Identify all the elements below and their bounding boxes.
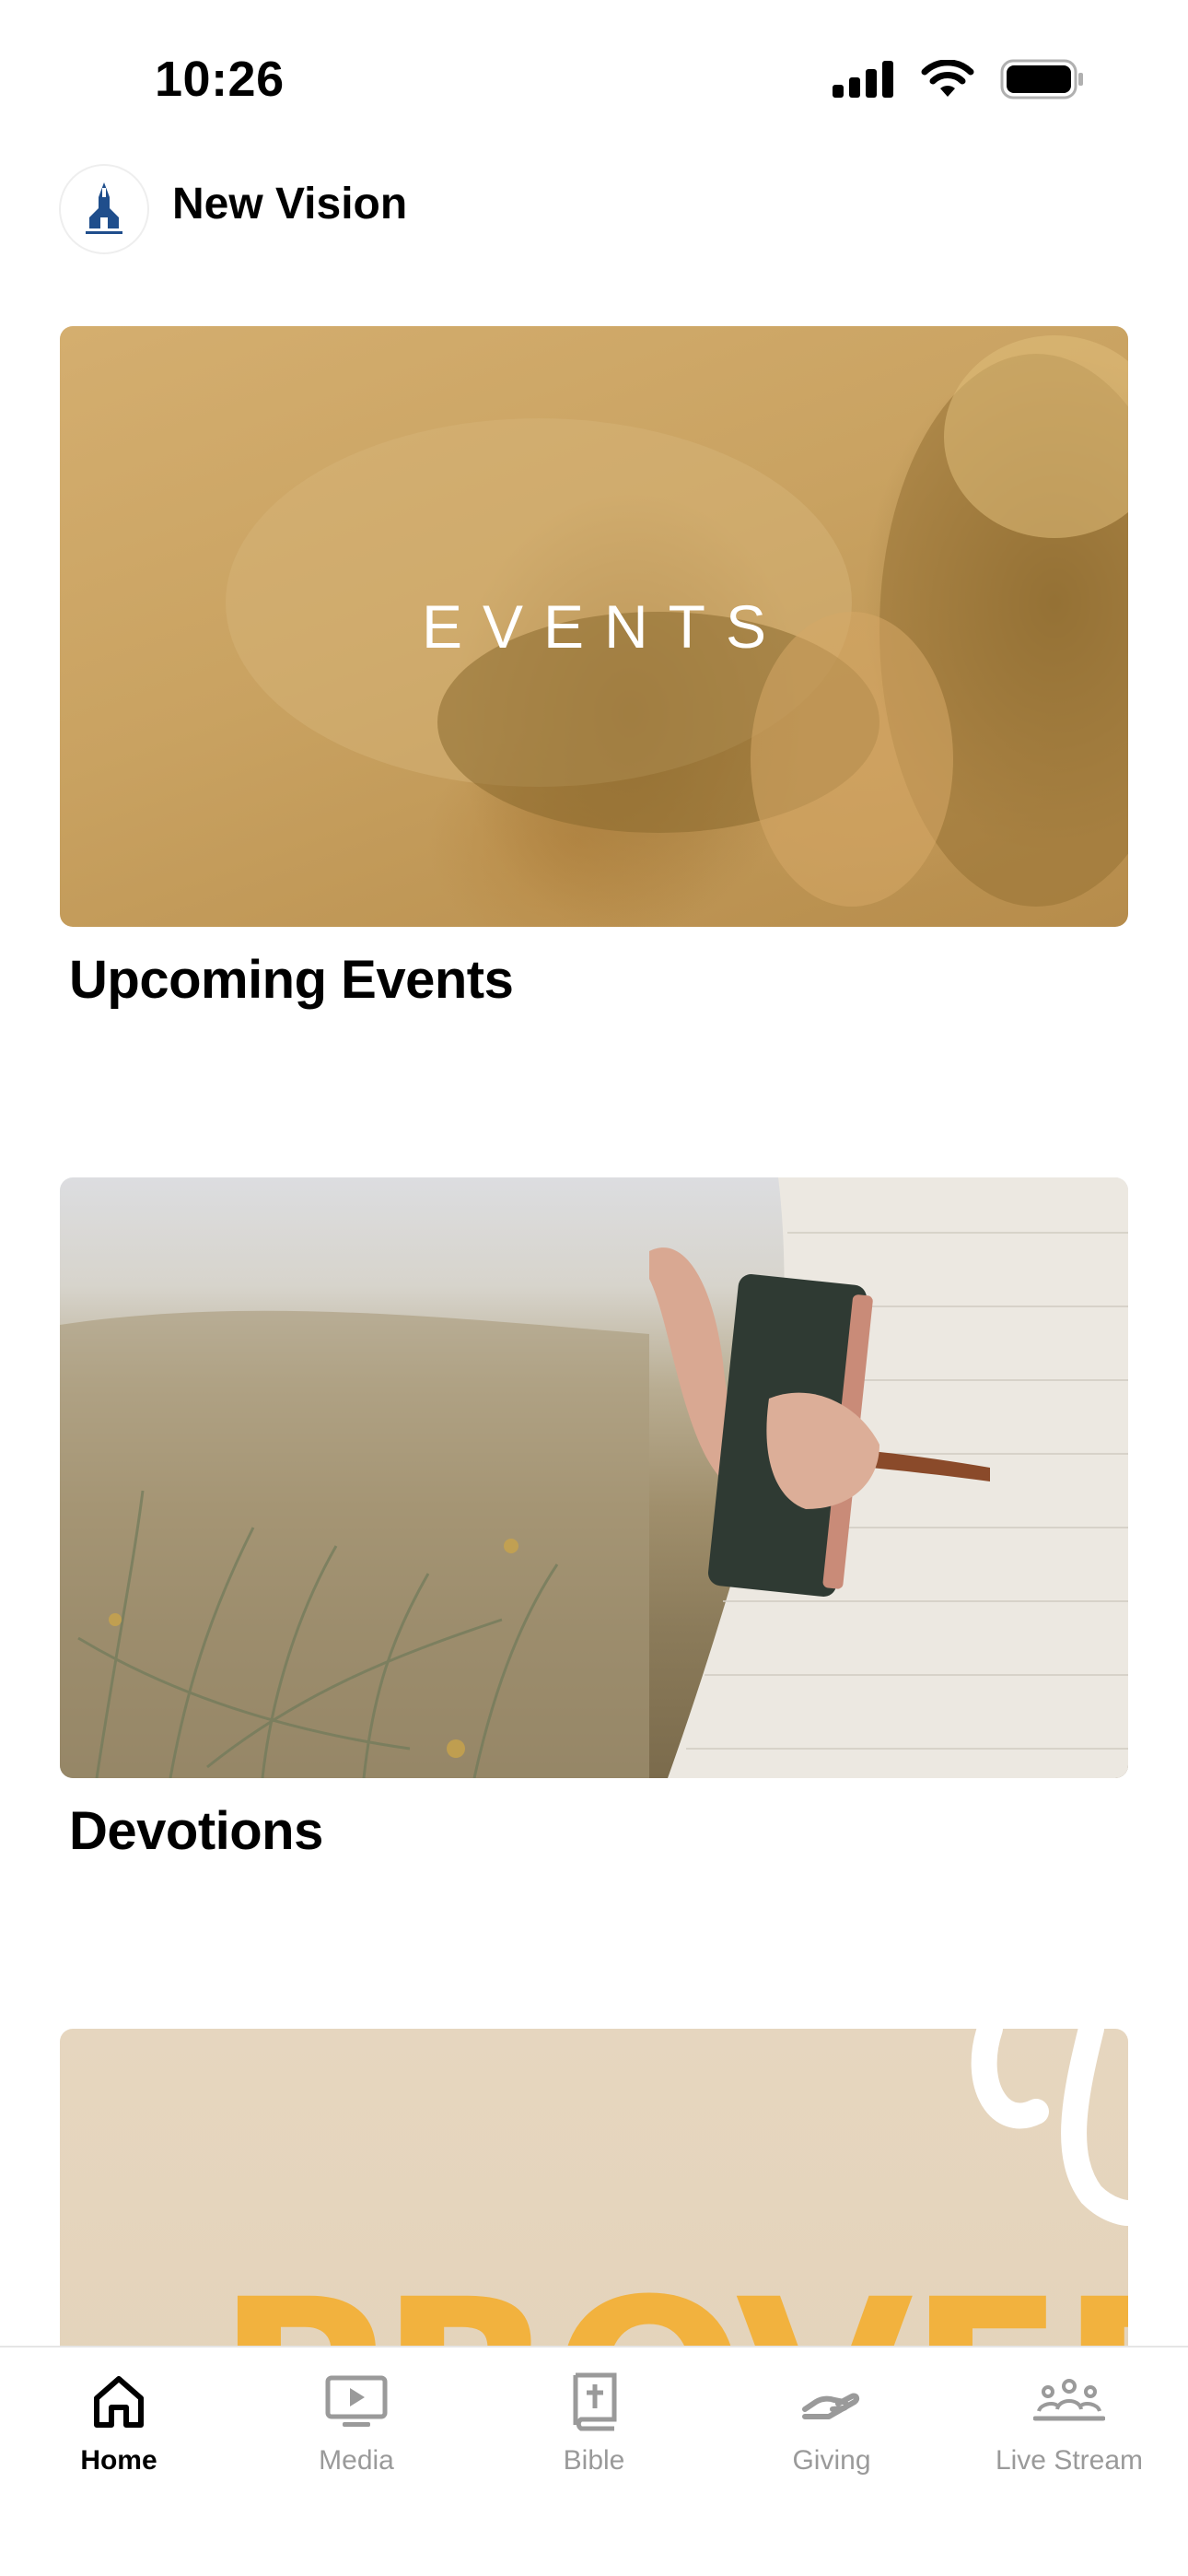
- status-icons: [833, 59, 1085, 100]
- battery-icon: [1000, 59, 1083, 100]
- wifi-icon: [921, 60, 974, 97]
- church-logo-icon: [86, 182, 122, 234]
- app-header: New Vision: [0, 157, 1188, 313]
- events-image[interactable]: EVENTS: [60, 326, 1128, 927]
- live-stream-icon: [1033, 2370, 1105, 2434]
- tab-bible-label: Bible: [563, 2445, 625, 2476]
- app-title: New Vision: [172, 180, 408, 228]
- tab-bar: Home Media Bible Giving Live Stream: [0, 2346, 1188, 2576]
- events-card[interactable]: EVENTS Upcoming Events: [60, 326, 1128, 1011]
- cellular-signal-icon: [833, 61, 893, 98]
- events-overlay: EVENTS: [60, 326, 1128, 927]
- media-icon: [324, 2370, 389, 2434]
- messages-button[interactable]: [440, 168, 518, 245]
- tab-bible[interactable]: Bible: [475, 2348, 713, 2513]
- tab-home[interactable]: Home: [0, 2348, 238, 2513]
- woman-with-bible-illustration: [649, 1177, 1128, 1778]
- devotions-card-title[interactable]: Devotions: [69, 1800, 1128, 1862]
- tab-giving-label: Giving: [792, 2445, 871, 2476]
- tab-media[interactable]: Media: [238, 2348, 475, 2513]
- status-time: 10:26: [155, 52, 285, 107]
- tab-media-label: Media: [319, 2445, 394, 2476]
- tab-live-stream[interactable]: Live Stream: [950, 2348, 1188, 2513]
- tab-home-label: Home: [80, 2445, 157, 2476]
- bible-icon: [568, 2370, 620, 2434]
- events-card-title[interactable]: Upcoming Events: [69, 949, 1128, 1011]
- status-bar: 10:26: [0, 0, 1188, 157]
- tab-live-stream-label: Live Stream: [995, 2445, 1144, 2476]
- church-logo[interactable]: [61, 166, 147, 252]
- giving-icon: [801, 2370, 862, 2434]
- tab-giving[interactable]: Giving: [713, 2348, 950, 2513]
- screen: 10:26 New Vision EVENTS Upcoming Events …: [0, 0, 1188, 2576]
- events-overlay-text: EVENTS: [421, 592, 787, 661]
- devotions-image[interactable]: [60, 1177, 1128, 1778]
- devotions-card[interactable]: Devotions: [60, 1177, 1128, 1862]
- home-icon: [92, 2370, 146, 2434]
